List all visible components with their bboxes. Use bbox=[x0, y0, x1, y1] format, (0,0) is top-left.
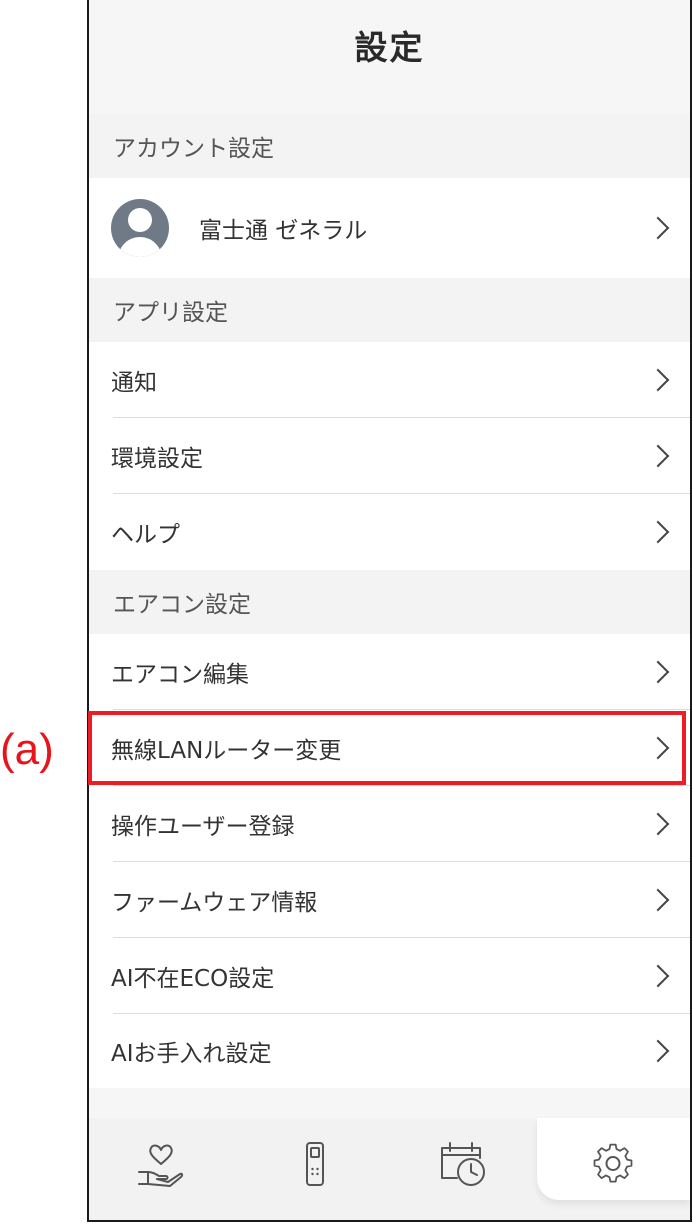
chevron-right-icon bbox=[646, 444, 670, 468]
page-title: 設定 bbox=[354, 28, 425, 67]
chevron-right-icon bbox=[646, 888, 670, 912]
settings-item-notifications[interactable]: 通知 bbox=[89, 342, 690, 418]
section-header-aircon: エアコン設定 bbox=[89, 570, 690, 634]
bottom-tab-bar bbox=[89, 1118, 690, 1220]
user-name: 富士通 ゼネラル bbox=[199, 218, 368, 244]
settings-item-label: ヘルプ bbox=[111, 522, 180, 548]
settings-screen: 設定 アカウント設定 富士通 ゼネラル アプリ設定 通知 環境設定 ヘルプ エア… bbox=[87, 0, 692, 1222]
settings-item-label: AIお手入れ設定 bbox=[111, 1041, 272, 1067]
settings-item-label: AI不在ECO設定 bbox=[111, 966, 275, 992]
settings-item-ai-away-eco[interactable]: AI不在ECO設定 bbox=[89, 938, 690, 1014]
settings-item-label: 通知 bbox=[111, 370, 157, 396]
settings-item-user-registration[interactable]: 操作ユーザー登録 bbox=[89, 786, 690, 862]
settings-item-label: 操作ユーザー登録 bbox=[111, 814, 295, 840]
chevron-right-icon bbox=[646, 520, 670, 544]
tab-settings[interactable] bbox=[583, 1134, 643, 1194]
chevron-right-icon bbox=[646, 368, 670, 392]
section-header-app: アプリ設定 bbox=[89, 278, 690, 342]
chevron-right-icon bbox=[646, 216, 670, 240]
chevron-right-icon bbox=[646, 660, 670, 684]
tab-care[interactable] bbox=[131, 1134, 191, 1194]
tab-schedule[interactable] bbox=[433, 1134, 493, 1194]
calendar-clock-icon bbox=[441, 1142, 485, 1186]
callout-label-a: (a) bbox=[0, 725, 54, 774]
section-header-account: アカウント設定 bbox=[89, 114, 690, 178]
settings-item-ai-care[interactable]: AIお手入れ設定 bbox=[89, 1014, 690, 1088]
account-user-row[interactable]: 富士通 ゼネラル bbox=[89, 178, 690, 278]
chevron-right-icon bbox=[646, 964, 670, 988]
settings-item-firmware-info[interactable]: ファームウェア情報 bbox=[89, 862, 690, 938]
settings-item-aircon-edit[interactable]: エアコン編集 bbox=[89, 634, 690, 710]
chevron-right-icon bbox=[646, 1039, 670, 1063]
highlight-box bbox=[88, 711, 686, 785]
tab-remote[interactable] bbox=[285, 1134, 345, 1194]
remote-control-icon bbox=[306, 1142, 324, 1186]
gear-icon bbox=[593, 1143, 633, 1183]
settings-item-help[interactable]: ヘルプ bbox=[89, 494, 690, 570]
settings-item-preferences[interactable]: 環境設定 bbox=[89, 418, 690, 494]
settings-item-label: 環境設定 bbox=[111, 446, 203, 472]
settings-item-label: エアコン編集 bbox=[111, 662, 249, 688]
chevron-right-icon bbox=[646, 812, 670, 836]
avatar bbox=[111, 199, 169, 257]
heart-hand-icon bbox=[138, 1144, 184, 1187]
settings-item-label: ファームウェア情報 bbox=[111, 890, 318, 916]
